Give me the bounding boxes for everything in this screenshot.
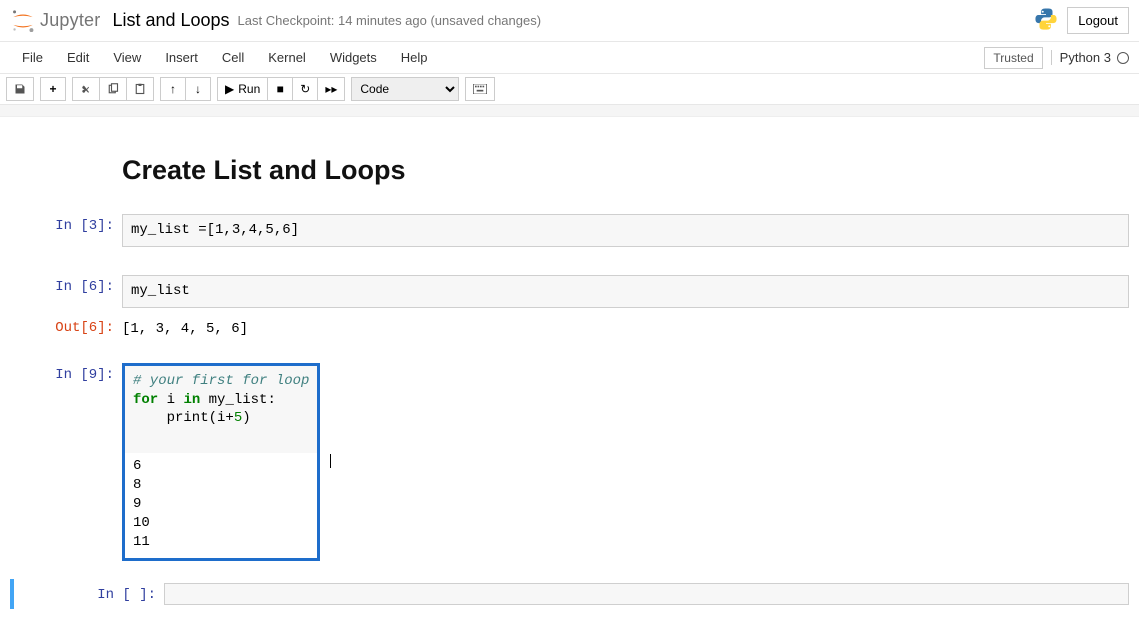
save-button[interactable] bbox=[6, 77, 34, 101]
in-prompt: In [9]: bbox=[10, 363, 122, 561]
cut-button[interactable] bbox=[72, 77, 100, 101]
notebook-name[interactable]: List and Loops bbox=[112, 10, 229, 31]
jupyter-icon bbox=[10, 8, 36, 34]
in-prompt: In [3]: bbox=[10, 214, 122, 247]
run-label: Run bbox=[238, 82, 260, 96]
copy-button[interactable] bbox=[99, 77, 127, 101]
run-button[interactable]: ▶ Run bbox=[217, 77, 268, 101]
header-bar: Jupyter List and Loops Last Checkpoint: … bbox=[0, 0, 1139, 42]
kernel-name: Python 3 bbox=[1060, 50, 1111, 65]
logout-button[interactable]: Logout bbox=[1067, 7, 1129, 34]
in-prompt: In [ ]: bbox=[52, 583, 164, 605]
code-input[interactable]: my_list bbox=[122, 275, 1129, 308]
copy-icon bbox=[107, 83, 119, 95]
fast-forward-icon: ▸▸ bbox=[325, 82, 337, 96]
menu-edit[interactable]: Edit bbox=[55, 44, 101, 71]
interrupt-button[interactable]: ■ bbox=[267, 77, 293, 101]
menu-view[interactable]: View bbox=[101, 44, 153, 71]
code-cell-1[interactable]: In [3]: my_list =[1,3,4,5,6] bbox=[10, 210, 1129, 251]
output-text: 6 8 9 10 11 bbox=[125, 453, 317, 553]
keyboard-icon bbox=[473, 84, 487, 94]
celltype-select[interactable]: Code bbox=[351, 77, 459, 101]
in-prompt: In [6]: bbox=[10, 275, 122, 308]
trusted-indicator[interactable]: Trusted bbox=[984, 47, 1042, 69]
menu-file[interactable]: File bbox=[10, 44, 55, 71]
restart-run-all-button[interactable]: ▸▸ bbox=[317, 77, 345, 101]
code-input[interactable]: my_list =[1,3,4,5,6] bbox=[122, 214, 1129, 247]
plus-icon: + bbox=[49, 82, 56, 96]
cut-icon bbox=[80, 83, 92, 95]
save-icon bbox=[14, 83, 26, 95]
markdown-heading: Create List and Loops bbox=[122, 155, 1129, 186]
menu-help[interactable]: Help bbox=[389, 44, 440, 71]
menu-widgets[interactable]: Widgets bbox=[318, 44, 389, 71]
toolbar: + ↑ ↓ ▶ Run ■ ↻ ▸▸ Code bbox=[0, 74, 1139, 105]
play-icon: ▶ bbox=[225, 82, 234, 96]
output-text: [1, 3, 4, 5, 6] bbox=[122, 316, 1129, 341]
move-up-button[interactable]: ↑ bbox=[160, 77, 186, 101]
code-input[interactable]: # your first for loopfor i in my_list: p… bbox=[125, 366, 317, 454]
jupyter-logo-text: Jupyter bbox=[40, 10, 100, 31]
out-prompt: Out[6]: bbox=[10, 316, 122, 341]
markdown-cell[interactable]: Create List and Loops bbox=[10, 155, 1129, 186]
paste-icon bbox=[134, 83, 146, 95]
arrow-down-icon: ↓ bbox=[195, 82, 201, 96]
python-logo-icon bbox=[1033, 6, 1059, 35]
output-row-2: Out[6]: [1, 3, 4, 5, 6] bbox=[10, 312, 1129, 345]
jupyter-logo[interactable]: Jupyter bbox=[10, 8, 100, 34]
kernel-status-icon bbox=[1117, 52, 1129, 64]
paste-button[interactable] bbox=[126, 77, 154, 101]
arrow-up-icon: ↑ bbox=[170, 82, 176, 96]
spacer bbox=[0, 105, 1139, 117]
checkpoint-status: Last Checkpoint: 14 minutes ago (unsaved… bbox=[238, 13, 542, 28]
move-down-button[interactable]: ↓ bbox=[185, 77, 211, 101]
menu-insert[interactable]: Insert bbox=[153, 44, 210, 71]
code-cell-4[interactable]: In [ ]: bbox=[16, 579, 1129, 609]
code-cell-3[interactable]: In [9]: # your first for loopfor i in my… bbox=[10, 359, 1129, 565]
notebook-container: Create List and Loops In [3]: my_list =[… bbox=[0, 117, 1139, 639]
command-palette-button[interactable] bbox=[465, 77, 495, 101]
restart-icon: ↻ bbox=[300, 82, 310, 96]
kernel-indicator[interactable]: Python 3 bbox=[1051, 50, 1129, 65]
selected-cell-wrapper: In [ ]: bbox=[10, 579, 1129, 609]
add-cell-button[interactable]: + bbox=[40, 77, 66, 101]
menubar: File Edit View Insert Cell Kernel Widget… bbox=[0, 42, 1139, 74]
menu-kernel[interactable]: Kernel bbox=[256, 44, 318, 71]
stop-icon: ■ bbox=[277, 82, 284, 96]
menu-cell[interactable]: Cell bbox=[210, 44, 256, 71]
restart-button[interactable]: ↻ bbox=[292, 77, 318, 101]
text-cursor-icon bbox=[330, 454, 331, 468]
highlight-annotation: # your first for loopfor i in my_list: p… bbox=[122, 363, 320, 561]
code-input[interactable] bbox=[164, 583, 1129, 605]
code-cell-2[interactable]: In [6]: my_list bbox=[10, 271, 1129, 312]
